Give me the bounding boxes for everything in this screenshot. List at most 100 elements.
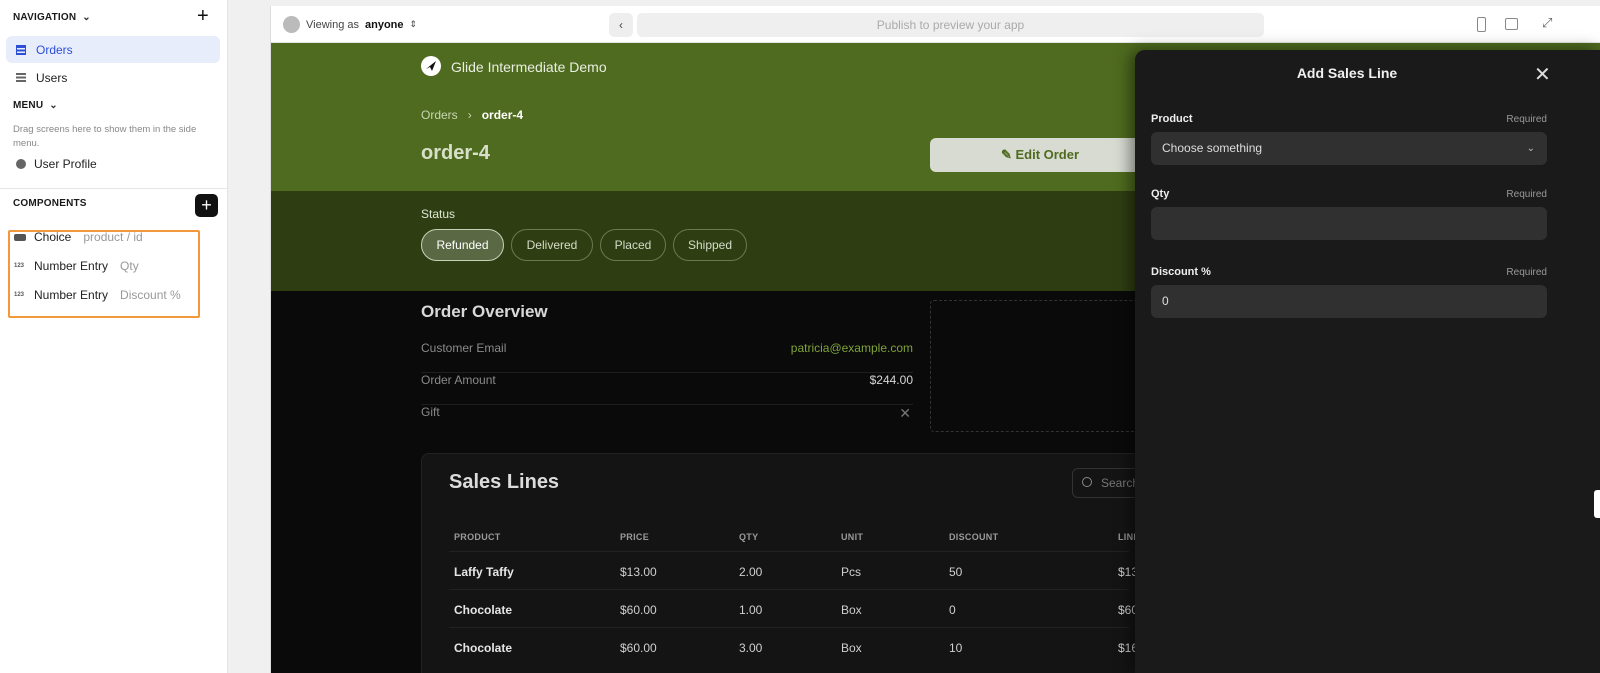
expand-icon[interactable]: ⤢ bbox=[1542, 15, 1552, 31]
cell-discount: 50 bbox=[949, 565, 963, 579]
app-name: Glide Intermediate Demo bbox=[451, 59, 607, 75]
glide-logo-icon bbox=[421, 56, 441, 76]
customer-email-link[interactable]: patricia@example.com bbox=[791, 341, 913, 355]
breadcrumb: Orders › order-4 bbox=[421, 108, 523, 122]
edit-order-label: Edit Order bbox=[1015, 147, 1080, 162]
menu-item-label: User Profile bbox=[34, 157, 97, 171]
column-header: DISCOUNT bbox=[949, 532, 999, 542]
component-choice[interactable]: Choice product / id bbox=[14, 230, 143, 244]
component-detail: product / id bbox=[83, 230, 143, 244]
navigation-header[interactable]: NAVIGATION ⌄ bbox=[13, 12, 91, 23]
breadcrumb-current: order-4 bbox=[481, 108, 524, 122]
app-root: NAVIGATION ⌄ + Orders Users MENU ⌄ Drag … bbox=[0, 0, 1600, 673]
product-required-label: Required bbox=[1506, 114, 1547, 125]
cell-unit: Box bbox=[841, 641, 862, 655]
cell-price: $60.00 bbox=[620, 641, 657, 655]
product-select[interactable]: Choose something ⌄ bbox=[1151, 132, 1547, 165]
sidebar-item-label: Orders bbox=[36, 42, 73, 57]
image-placeholder bbox=[930, 300, 1140, 432]
menu-item-user-profile[interactable]: User Profile bbox=[16, 157, 97, 171]
row-divider bbox=[449, 551, 1129, 552]
qty-required-label: Required bbox=[1506, 189, 1547, 200]
close-icon: ✕ bbox=[899, 405, 911, 421]
preview-url-bar: Publish to preview your app bbox=[637, 13, 1264, 37]
scroll-handle[interactable] bbox=[1594, 490, 1600, 518]
add-screen-icon[interactable]: + bbox=[197, 6, 209, 26]
discount-field-label: Discount % bbox=[1151, 266, 1211, 278]
search-icon bbox=[1082, 477, 1092, 487]
cell-product: Chocolate bbox=[454, 603, 513, 617]
cell-qty: 2.00 bbox=[739, 565, 763, 579]
breadcrumb-separator: › bbox=[467, 108, 472, 122]
status-chip-delivered[interactable]: Delivered bbox=[511, 229, 593, 261]
component-number-entry-discount[interactable]: 123 Number Entry Discount % bbox=[14, 288, 181, 302]
tablet-icon[interactable] bbox=[1505, 18, 1518, 30]
component-type: Number Entry bbox=[34, 288, 109, 302]
sidebar-item-orders[interactable]: Orders bbox=[6, 36, 220, 63]
viewing-user: anyone bbox=[365, 18, 404, 31]
breadcrumb-parent[interactable]: Orders bbox=[421, 108, 458, 122]
cell-qty: 1.00 bbox=[739, 603, 763, 617]
row-divider bbox=[449, 627, 1129, 628]
overview-label: Order Amount bbox=[421, 373, 496, 387]
page-title: order-4 bbox=[421, 142, 490, 164]
components-label: COMPONENTS bbox=[13, 198, 87, 209]
pencil-icon: ✎ bbox=[1000, 147, 1016, 162]
builder-sidebar: NAVIGATION ⌄ + Orders Users MENU ⌄ Drag … bbox=[0, 0, 228, 673]
overview-row: Customer Email patricia@example.com bbox=[421, 341, 913, 373]
product-field-label: Product bbox=[1151, 113, 1193, 125]
component-number-entry-qty[interactable]: 123 Number Entry Qty bbox=[14, 259, 139, 273]
panel-title: Add Sales Line bbox=[1296, 65, 1398, 81]
number-icon: 123 bbox=[14, 263, 25, 269]
overview-title: Order Overview bbox=[421, 302, 548, 321]
product-select-value: Choose something bbox=[1162, 141, 1263, 155]
viewing-prefix: Viewing as bbox=[306, 18, 359, 31]
phone-icon[interactable] bbox=[1477, 17, 1486, 32]
cell-qty: 3.00 bbox=[739, 641, 763, 655]
chevron-down-icon: ⌄ bbox=[82, 12, 91, 23]
edit-order-button[interactable]: ✎ Edit Order bbox=[930, 138, 1150, 172]
status-chip-refunded[interactable]: Refunded bbox=[421, 229, 504, 261]
cell-price: $13.00 bbox=[620, 565, 657, 579]
cell-discount: 0 bbox=[949, 603, 956, 617]
discount-input[interactable]: 0 bbox=[1151, 285, 1547, 318]
search-placeholder: Search bbox=[1101, 476, 1140, 490]
overview-label: Customer Email bbox=[421, 341, 507, 355]
component-detail: Qty bbox=[120, 259, 139, 273]
overview-row: Gift ✕ bbox=[421, 405, 913, 437]
user-icon bbox=[16, 159, 26, 169]
status-chip-placed[interactable]: Placed bbox=[600, 229, 666, 261]
viewing-as-selector[interactable]: Viewing as anyone ⇕ bbox=[283, 16, 417, 33]
component-detail: Discount % bbox=[120, 288, 181, 302]
chevron-down-icon: ⌄ bbox=[49, 100, 58, 111]
close-icon[interactable]: ✕ bbox=[1534, 62, 1551, 87]
cell-product: Laffy Taffy bbox=[454, 565, 514, 579]
choice-icon bbox=[14, 233, 26, 241]
sidebar-item-label: Users bbox=[36, 70, 68, 85]
status-label: Status bbox=[421, 207, 456, 221]
overview-label: Gift bbox=[421, 405, 440, 419]
cell-unit: Box bbox=[841, 603, 862, 617]
add-sales-line-panel: Add Sales Line ✕ Product Required Choose… bbox=[1135, 50, 1600, 673]
navigation-label: NAVIGATION bbox=[13, 12, 77, 23]
overview-row: Order Amount $244.00 bbox=[421, 373, 913, 405]
chevron-down-icon: ⌄ bbox=[1526, 143, 1535, 154]
updown-icon: ⇕ bbox=[409, 19, 418, 29]
qty-input[interactable] bbox=[1151, 207, 1547, 240]
cell-price: $60.00 bbox=[620, 603, 657, 617]
menu-header[interactable]: MENU ⌄ bbox=[13, 100, 58, 111]
sidebar-item-users[interactable]: Users bbox=[6, 64, 220, 91]
table-icon bbox=[16, 44, 26, 55]
component-type: Choice bbox=[34, 230, 72, 244]
avatar-icon bbox=[283, 16, 300, 33]
add-component-button[interactable]: + bbox=[195, 194, 218, 217]
cell-discount: 10 bbox=[949, 641, 963, 655]
column-header: PRICE bbox=[620, 532, 650, 542]
column-header: QTY bbox=[739, 532, 759, 542]
sidebar-divider bbox=[0, 188, 228, 189]
back-button[interactable]: ‹ bbox=[609, 13, 633, 37]
status-chip-shipped[interactable]: Shipped bbox=[673, 229, 747, 261]
component-type: Number Entry bbox=[34, 259, 109, 273]
column-header: PRODUCT bbox=[454, 532, 501, 542]
sales-lines-card: Sales Lines Search PRODUCT PRICE QTY UNI… bbox=[421, 453, 1162, 673]
